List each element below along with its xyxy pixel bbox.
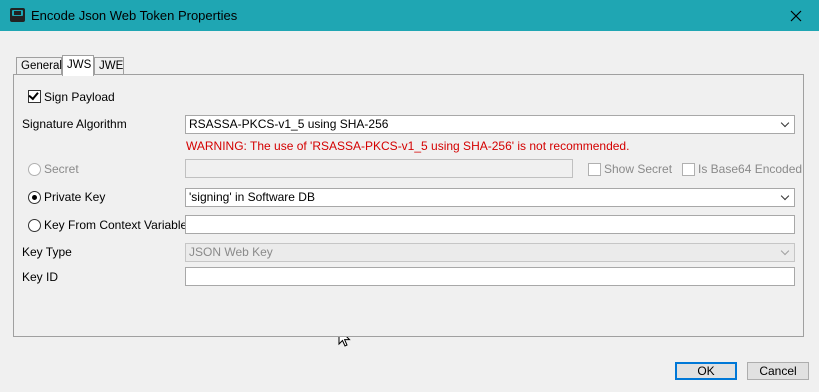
close-icon xyxy=(790,10,802,21)
app-icon xyxy=(10,8,25,22)
jws-panel xyxy=(13,74,804,337)
title-bar: Encode Json Web Token Properties xyxy=(0,0,819,31)
tab-jws[interactable]: JWS xyxy=(62,55,94,76)
cancel-button[interactable]: Cancel xyxy=(747,362,809,380)
dialog-window: Encode Json Web Token Properties General… xyxy=(0,0,819,392)
ok-button[interactable]: OK xyxy=(675,362,737,380)
tab-jwe[interactable]: JWE xyxy=(94,57,124,75)
window-title: Encode Json Web Token Properties xyxy=(31,8,238,23)
close-button[interactable] xyxy=(773,0,819,31)
dialog-content: General JWS JWE Sign Payload Signature A… xyxy=(0,31,819,392)
tab-general[interactable]: General xyxy=(16,57,62,75)
